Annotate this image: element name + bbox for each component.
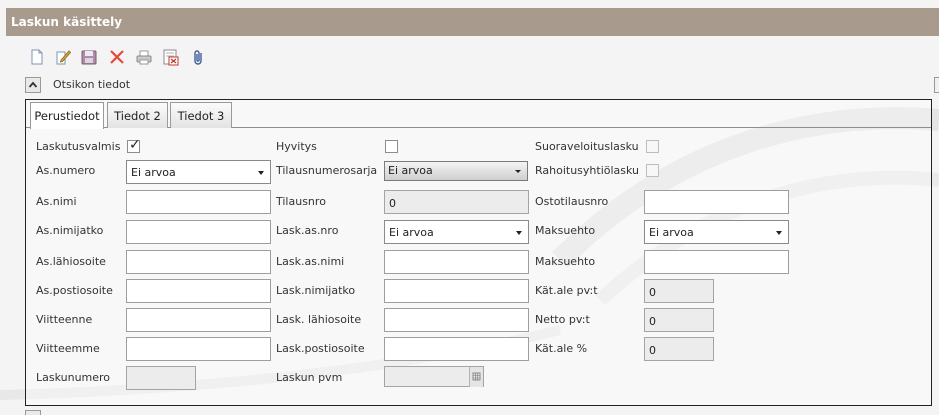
rahoitusyhtiolasku-label: Rahoitusyhtiölasku: [535, 164, 640, 177]
lasknimijatko-input[interactable]: [384, 279, 529, 303]
asnimi-label: As.nimi: [36, 195, 77, 208]
asnumero-value: Ei arvoa: [131, 166, 176, 179]
asnimijatko-label: As.nimijatko: [36, 224, 104, 237]
tilausnumerosarja-label: Tilausnumerosarja: [276, 164, 378, 177]
lasklahiosoite-label: Lask. lähiosoite: [276, 313, 362, 326]
laskasnro-value: Ei arvoa: [389, 226, 434, 239]
viitteenne-input[interactable]: [126, 308, 271, 332]
calendar-icon: [472, 372, 481, 381]
katale-pct-field: 0: [644, 337, 714, 361]
maksuehto-text-input[interactable]: [644, 250, 789, 274]
katale-pct-label: Kät.ale %: [535, 342, 588, 355]
lasklahiosoite-input[interactable]: [384, 308, 529, 332]
calendar-button[interactable]: [469, 367, 483, 387]
tilausnro-field: 0: [384, 190, 529, 214]
tilausnumerosarja-select[interactable]: Ei arvoa: [384, 161, 528, 181]
invoice-window: Laskun käsittely Otsikon tiedot Perustie…: [0, 0, 939, 415]
chevron-down-icon: [258, 171, 264, 175]
suoraveloituslasku-checkbox[interactable]: [646, 140, 659, 153]
chevron-down-icon: [776, 231, 782, 235]
chevron-up-icon: [28, 81, 38, 88]
chevron-down-icon: [515, 170, 521, 173]
hyvitys-label: Hyvitys: [276, 140, 317, 153]
invoice-header-panel: Perustiedot Tiedot 2 Tiedot 3 Laskutusva…: [25, 99, 932, 406]
section-title: Otsikon tiedot: [53, 78, 131, 91]
laskunumero-field: [126, 366, 196, 390]
tilausnumerosarja-value: Ei arvoa: [388, 164, 433, 177]
check-icon: ✓: [129, 137, 141, 153]
laskasnro-select[interactable]: Ei arvoa: [384, 220, 529, 244]
laskasnimi-label: Lask.as.nimi: [276, 255, 345, 268]
expand-toggle[interactable]: [934, 77, 939, 93]
laskutusvalmis-checkbox[interactable]: ✓: [127, 137, 141, 153]
aslahiosoite-label: As.lähiosoite: [36, 255, 106, 268]
tilausnro-label: Tilausnro: [276, 195, 326, 208]
viitteemme-label: Viitteemme: [36, 342, 100, 355]
maksuehto-value: Ei arvoa: [649, 226, 694, 239]
ostotilausnro-label: Ostotilausnro: [535, 195, 609, 208]
new-document-icon[interactable]: [28, 48, 46, 66]
katale-pvt-field: 0: [644, 279, 714, 303]
hyvitys-checkbox[interactable]: [385, 140, 398, 153]
maksuehto-text-label: Maksuehto: [535, 255, 596, 268]
laskpostiosoite-input[interactable]: [384, 337, 529, 361]
netto-pvt-field: 0: [644, 308, 714, 332]
laskpostiosoite-label: Lask.postiosoite: [276, 342, 365, 355]
viitteenne-label: Viitteenne: [36, 313, 93, 326]
asnumero-label: As.numero: [36, 164, 96, 177]
ostotilausnro-input[interactable]: [644, 190, 789, 214]
tab-tiedot-3[interactable]: Tiedot 3: [170, 102, 232, 128]
delete-icon[interactable]: [108, 48, 126, 66]
laskunpvm-label: Laskun pvm: [276, 371, 343, 384]
laskasnro-label: Lask.as.nro: [276, 224, 339, 237]
aspostiosoite-input[interactable]: [126, 279, 271, 303]
maksuehto-label: Maksuehto: [535, 224, 596, 237]
rahoitusyhtiolasku-checkbox[interactable]: [646, 164, 659, 177]
aslahiosoite-input[interactable]: [126, 250, 271, 274]
edit-icon[interactable]: [54, 48, 72, 66]
viitteemme-input[interactable]: [126, 337, 271, 361]
suoraveloituslasku-label: Suoraveloituslasku: [535, 140, 639, 153]
save-icon[interactable]: [80, 48, 98, 66]
window-title: Laskun käsittely: [6, 8, 939, 36]
chevron-down-icon: [516, 231, 522, 235]
katale-pvt-label: Kät.ale pv:t: [535, 284, 598, 297]
aspostiosoite-label: As.postiosoite: [36, 284, 113, 297]
asnumero-select[interactable]: Ei arvoa: [126, 160, 271, 184]
tab-perustiedot[interactable]: Perustiedot: [30, 102, 104, 129]
attachment-icon[interactable]: [190, 48, 208, 66]
laskasnimi-input[interactable]: [384, 250, 529, 274]
maksuehto-select[interactable]: Ei arvoa: [644, 220, 789, 244]
laskunumero-label: Laskunumero: [36, 371, 111, 384]
next-section-toggle[interactable]: [25, 410, 41, 415]
collapse-button[interactable]: [25, 77, 41, 93]
lasknimijatko-label: Lask.nimijatko: [276, 284, 356, 297]
delete-row-icon[interactable]: [162, 48, 180, 66]
asnimi-input[interactable]: [126, 190, 271, 214]
laskunpvm-date-field[interactable]: [384, 366, 484, 387]
netto-pvt-label: Netto pv:t: [535, 313, 590, 326]
print-icon[interactable]: [135, 48, 153, 66]
tab-tiedot-2[interactable]: Tiedot 2: [107, 102, 168, 128]
asnimijatko-input[interactable]: [126, 220, 271, 244]
laskutusvalmis-label: Laskutusvalmis: [36, 140, 121, 153]
